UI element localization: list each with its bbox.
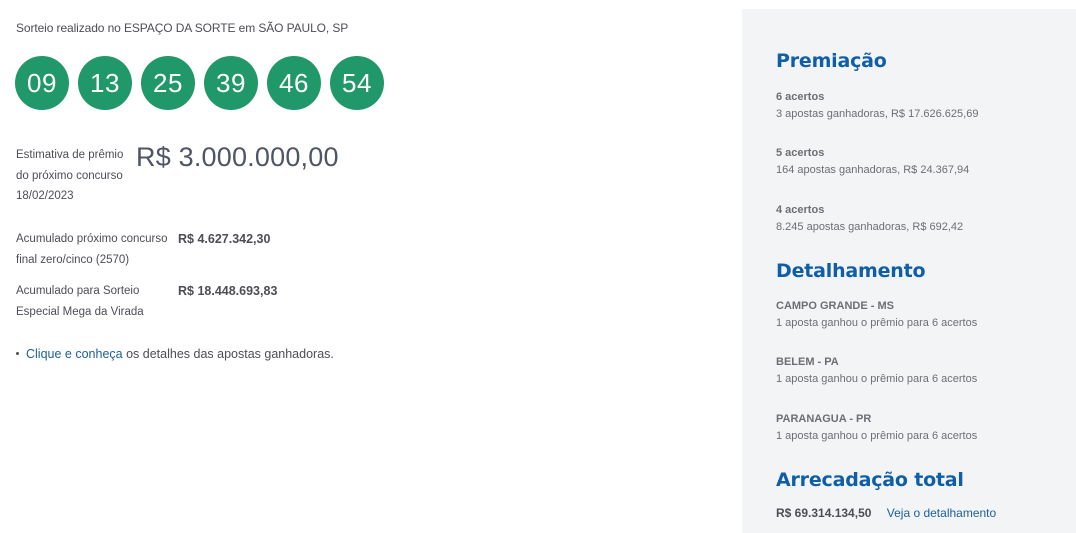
winner-location-desc: 1 aposta ganhou o prêmio para 6 acertos [776, 373, 978, 385]
winners-details-text: os detalhes das apostas ganhadoras. [122, 347, 334, 361]
winner-location-desc: 1 aposta ganhou o prêmio para 6 acertos [776, 430, 978, 442]
accumulated-next-final-zero-five: Acumulado próximo concurso final zero/ci… [16, 229, 270, 270]
number-ball: 13 [78, 56, 132, 110]
prize-tier-title: 4 acertos [776, 204, 825, 216]
estimate-label-line: do próximo concurso [16, 169, 123, 182]
prize-tier-desc: 8.245 apostas ganhadoras, R$ 692,42 [776, 221, 964, 233]
accumulated-value: R$ 4.627.342,30 [178, 232, 271, 246]
premiacao-heading: Premiação [776, 50, 887, 72]
winner-location-item: BELEM - PA 1 aposta ganhou o prêmio para… [776, 355, 1066, 388]
arrecadacao-details-link[interactable]: Veja o detalhamento [887, 506, 996, 520]
detalhamento-heading: Detalhamento [776, 260, 926, 282]
prize-tier-item: 5 acertos 164 apostas ganhadoras, R$ 24.… [776, 146, 1066, 179]
arrecadacao-value: R$ 69.314.134,50 [776, 506, 872, 520]
estimate-date: 18/02/2023 [16, 190, 74, 202]
number-ball: 46 [267, 56, 321, 110]
prize-tier-desc: 164 apostas ganhadoras, R$ 24.367,94 [776, 164, 970, 176]
accumulated-label-line: final zero/cinco (2570) [16, 253, 130, 266]
winner-location-title: CAMPO GRANDE - MS [776, 300, 894, 312]
number-ball: 54 [330, 56, 384, 110]
winner-location-desc: 1 aposta ganhou o prêmio para 6 acertos [776, 317, 978, 329]
number-ball: 25 [141, 56, 195, 110]
prize-tier-item: 6 acertos 3 apostas ganhadoras, R$ 17.62… [776, 90, 1066, 123]
prize-tier-title: 6 acertos [776, 91, 825, 103]
draw-result-panel: Sorteio realizado no ESPAÇO DA SORTE em … [15, 0, 716, 533]
accumulated-label: Acumulado próximo concurso final zero/ci… [16, 229, 176, 270]
accumulated-mega-da-virada: Acumulado para Sorteio Especial Mega da … [16, 281, 277, 322]
draw-location-text: Sorteio realizado no ESPAÇO DA SORTE em … [16, 21, 349, 35]
prize-sidebar: Premiação 6 acertos 3 apostas ganhadoras… [742, 9, 1076, 533]
accumulated-label-line: Especial Mega da Virada [16, 305, 144, 318]
estimate-label: Estimativa de prêmio do próximo concurso… [16, 145, 136, 207]
winners-details-row: Clique e conheça os detalhes das apostas… [16, 347, 334, 361]
estimate-value: R$ 3.000.000,00 [136, 142, 339, 172]
prize-tier-desc: 3 apostas ganhadoras, R$ 17.626.625,69 [776, 108, 979, 120]
winners-details-link[interactable]: Clique e conheça [26, 347, 123, 361]
arrecadacao-row: R$ 69.314.134,50 Veja o detalhamento [776, 506, 996, 520]
bullet-icon [16, 352, 19, 356]
accumulated-label-line: Acumulado próximo concurso [16, 233, 168, 245]
drawn-numbers: 09 13 25 39 46 54 [15, 56, 384, 110]
prize-tier-item: 4 acertos 8.245 apostas ganhadoras, R$ 6… [776, 203, 1066, 236]
accumulated-value: R$ 18.448.693,83 [178, 284, 278, 298]
estimate-label-line: Estimativa de prêmio [16, 149, 124, 161]
winner-location-title: BELEM - PA [776, 356, 839, 368]
arrecadacao-heading: Arrecadação total [776, 469, 964, 491]
number-ball: 39 [204, 56, 258, 110]
number-ball: 09 [15, 56, 69, 110]
winner-location-title: PARANAGUA - PR [776, 413, 872, 425]
accumulated-label: Acumulado para Sorteio Especial Mega da … [16, 281, 176, 322]
winner-location-item: PARANAGUA - PR 1 aposta ganhou o prêmio … [776, 412, 1066, 445]
accumulated-label-line: Acumulado para Sorteio [16, 285, 140, 297]
winner-location-item: CAMPO GRANDE - MS 1 aposta ganhou o prêm… [776, 299, 1066, 332]
prize-tier-title: 5 acertos [776, 147, 825, 159]
lottery-result-page: Sorteio realizado no ESPAÇO DA SORTE em … [0, 0, 1076, 533]
